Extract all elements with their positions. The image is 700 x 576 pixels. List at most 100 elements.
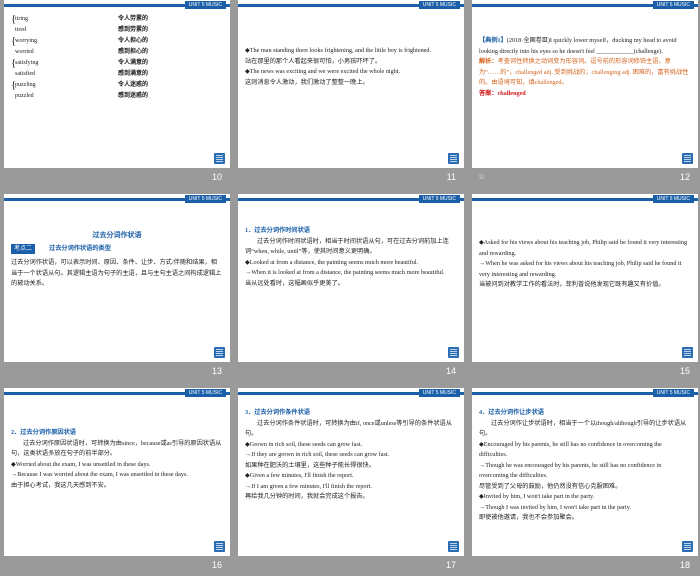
slide-text-line: 过去分词作状语，可以表示时间、原因、条件、让步、方式/伴随和结果，相当于一个状语… bbox=[11, 259, 222, 287]
slide-number: 12 bbox=[679, 172, 690, 182]
section-heading: 2．过去分词作原因状语 bbox=[11, 429, 76, 436]
word-zh: 令人劳累的 bbox=[118, 16, 149, 22]
slide-number: 15 bbox=[679, 366, 690, 376]
slide-nav-icon[interactable] bbox=[448, 541, 459, 552]
slide-thumbnail-11[interactable]: UNIT 5 MUSIC ◆The man standing there loo… bbox=[238, 0, 464, 188]
slide-text-line: 尽管受到了父母的鼓励，他仍然没有信心克服困难。 bbox=[479, 482, 622, 490]
slide-text-line: 由于担心考试，我这几天感到不安。 bbox=[11, 481, 110, 489]
slide-text-line: ◆Worried about the exam, I was unsettled… bbox=[11, 460, 151, 468]
slide-canvas: UNIT 5 MUSIC 【典例1】(2018·全国卷Ⅲ)I quickly l… bbox=[472, 0, 698, 168]
slide-text-line: ◆Encouraged by his parents, he still has… bbox=[479, 440, 662, 459]
slide-canvas: UNIT 5 MUSIC {tiring 令人劳累的 tired 感到劳累的 {wo… bbox=[4, 0, 230, 168]
slide-thumbnail-15[interactable]: UNIT 5 MUSIC ◆Asked for his views about … bbox=[472, 194, 698, 382]
slide-header: UNIT 5 MUSIC bbox=[4, 388, 230, 398]
slide-text-line: 当从远处看时，这幅画似乎更美了。 bbox=[245, 279, 344, 287]
word-en: satisfied bbox=[15, 71, 35, 77]
unit-tag: UNIT 5 MUSIC bbox=[418, 389, 460, 397]
word-zh: 令人担心的 bbox=[118, 38, 149, 44]
slide-thumbnail-13[interactable]: UNIT 5 MUSIC 过去分词作状语 考点二 过去分词作状语的类型 过去分词作… bbox=[4, 194, 230, 382]
example-text: (2018·全国卷Ⅲ)I quickly lower myself，duckin… bbox=[479, 37, 677, 55]
answer-text: challenged bbox=[497, 89, 526, 97]
unit-tag: UNIT 5 MUSIC bbox=[418, 1, 460, 9]
analysis-label: 解析： bbox=[479, 58, 498, 65]
slide-thumbnail-14[interactable]: UNIT 5 MUSIC 1．过去分词作时间状语 过去分词作时间状语时，相当于时… bbox=[238, 194, 464, 382]
slide-header: UNIT 5 MUSIC bbox=[472, 194, 698, 204]
slide-text-line: →Though he was encouraged by his parents… bbox=[479, 461, 662, 480]
slide-text-line: ◆Given a few minutes, I'll finish the re… bbox=[245, 472, 354, 479]
slide-header: UNIT 5 MUSIC bbox=[472, 0, 698, 10]
unit-tag: UNIT 5 MUSIC bbox=[418, 195, 460, 203]
word-en: satisfying bbox=[15, 60, 39, 66]
unit-tag: UNIT 5 MUSIC bbox=[184, 195, 226, 203]
section-heading: 4．过去分词作让步状语 bbox=[479, 409, 544, 416]
slide-canvas: UNIT 5 MUSIC ◆Asked for his views about … bbox=[472, 194, 698, 362]
section-title: 过去分词作状语 bbox=[92, 231, 142, 239]
word-en: worried bbox=[15, 49, 34, 55]
slide-text-line: ◆The man standing there looks frightenin… bbox=[245, 47, 432, 54]
slide-nav-icon[interactable] bbox=[214, 541, 225, 552]
slide-thumbnail-16[interactable]: UNIT 5 MUSIC 2．过去分词作原因状语 过去分词作原因状语时，可转换为… bbox=[4, 388, 230, 576]
slide-header: UNIT 5 MUSIC bbox=[4, 0, 230, 10]
slide-text-line: 过去分词作时间状语时，相当于时间状语从句，可在过去分词前加上连词“when, w… bbox=[245, 237, 449, 256]
slide-header: UNIT 5 MUSIC bbox=[238, 194, 464, 204]
unit-tag: UNIT 5 MUSIC bbox=[184, 389, 226, 397]
slide-number: 17 bbox=[445, 560, 456, 570]
unit-tag: UNIT 5 MUSIC bbox=[184, 1, 226, 9]
slide-nav-icon[interactable] bbox=[448, 153, 459, 164]
slide-text-line: 站在那里的那个人看起来很可怕，小男孩吓坏了。 bbox=[245, 57, 382, 65]
slide-nav-icon[interactable] bbox=[682, 541, 693, 552]
slide-nav-icon[interactable] bbox=[448, 347, 459, 358]
section-subtitle: 过去分词作状语的类型 bbox=[49, 244, 111, 252]
slide-text-line: →If I am given a few minutes, I'll finis… bbox=[245, 482, 372, 490]
unit-tag: UNIT 5 MUSIC bbox=[652, 389, 694, 397]
slide-header: UNIT 5 MUSIC bbox=[472, 388, 698, 398]
slide-nav-icon[interactable] bbox=[214, 347, 225, 358]
word-zh: 令人满意的 bbox=[118, 60, 149, 66]
slide-canvas: UNIT 5 MUSIC 4．过去分词作让步状语 过去分词作让步状语时，相当于一… bbox=[472, 388, 698, 556]
slide-text-line: ◆Invited by him, I won't take part in th… bbox=[479, 493, 595, 500]
slide-text-line: ◆Asked for his views about his teaching … bbox=[479, 239, 688, 257]
slide-text-line: 过去分词作让步状语时，相当于一个以though/although引导的让步状语从… bbox=[479, 419, 687, 438]
slide-text-line: →Though I was invited by him, I won't ta… bbox=[479, 503, 631, 511]
word-en: puzzling bbox=[15, 82, 36, 88]
slide-nav-icon[interactable] bbox=[682, 153, 693, 164]
slide-number: 10 bbox=[211, 172, 222, 182]
slide-number: 16 bbox=[211, 560, 222, 570]
slide-canvas: UNIT 5 MUSIC ◆The man standing there loo… bbox=[238, 0, 464, 168]
slide-thumbnail-12[interactable]: UNIT 5 MUSIC 【典例1】(2018·全国卷Ⅲ)I quickly l… bbox=[472, 0, 698, 188]
slide-canvas: UNIT 5 MUSIC 3．过去分词作条件状语 过去分词作条件状语时，可转换为… bbox=[238, 388, 464, 556]
example-label: 【典例1】 bbox=[479, 37, 507, 44]
slide-thumbnail-10[interactable]: UNIT 5 MUSIC {tiring 令人劳累的 tired 感到劳累的 {wo… bbox=[4, 0, 230, 188]
slide-text-line: 这则消息令人激动，我们激动了整整一晚上。 bbox=[245, 78, 369, 86]
slide-text-line: 当被问到对教学工作的看法时，菲利普说他发现它既有趣又有价值。 bbox=[479, 281, 665, 288]
word-en: puzzled bbox=[15, 93, 34, 99]
slide-thumbnail-18[interactable]: UNIT 5 MUSIC 4．过去分词作让步状语 过去分词作让步状语时，相当于一… bbox=[472, 388, 698, 576]
slide-text-line: ◆Looked at from a distance, the painting… bbox=[245, 258, 419, 266]
slide-text-line: 即使被他邀请，我也不会参加聚会。 bbox=[479, 514, 578, 521]
slide-text-line: →If they are grown in rich soil, these s… bbox=[245, 451, 390, 458]
slide-text-line: 如果种在肥沃的土壤里，这些种子能长得很快。 bbox=[245, 461, 375, 469]
word-zh: 感到担心的 bbox=[118, 49, 149, 55]
slide-canvas: UNIT 5 MUSIC 过去分词作状语 考点二 过去分词作状语的类型 过去分词作… bbox=[4, 194, 230, 362]
slide-nav-icon[interactable] bbox=[214, 153, 225, 164]
slide-text-line: ◆The news was exciting and we were excit… bbox=[245, 68, 401, 75]
word-zh: 感到满意的 bbox=[118, 71, 149, 77]
slide-nav-icon[interactable] bbox=[682, 347, 693, 358]
unit-tag: UNIT 5 MUSIC bbox=[652, 1, 694, 9]
section-heading: 3．过去分词作条件状语 bbox=[245, 409, 310, 416]
slide-thumbnail-17[interactable]: UNIT 5 MUSIC 3．过去分词作条件状语 过去分词作条件状语时，可转换为… bbox=[238, 388, 464, 576]
word-en: tiring bbox=[15, 16, 28, 22]
word-zh: 感到劳累的 bbox=[118, 27, 149, 33]
slide-header: UNIT 5 MUSIC bbox=[238, 0, 464, 10]
slide-header: UNIT 5 MUSIC bbox=[4, 194, 230, 204]
slide-text-line: 过去分词作条件状语时，可转换为由if, once或unless等引导的条件状语从… bbox=[245, 419, 452, 438]
slide-canvas: UNIT 5 MUSIC 2．过去分词作原因状语 过去分词作原因状语时，可转换为… bbox=[4, 388, 230, 556]
slide-text-line: 过去分词作原因状语时，可转换为由since，because或as引导的原因状语从… bbox=[11, 439, 222, 458]
slide-text-line: →Because I was worried about the exam, I… bbox=[11, 471, 188, 478]
slide-canvas: UNIT 5 MUSIC 1．过去分词作时间状语 过去分词作时间状语时，相当于时… bbox=[238, 194, 464, 362]
slide-number: 11 bbox=[446, 172, 456, 182]
slide-number: 18 bbox=[679, 560, 690, 570]
slide-number: 13 bbox=[211, 366, 222, 376]
slide-text-line: 再给我几分钟的时间，我就会完成这个报告。 bbox=[245, 493, 369, 500]
word-zh: 感到迷惑的 bbox=[118, 93, 149, 99]
